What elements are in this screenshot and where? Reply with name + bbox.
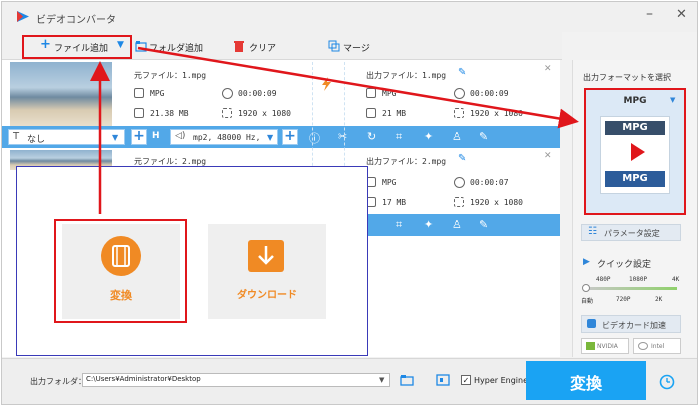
annotation-arrows bbox=[90, 46, 579, 214]
